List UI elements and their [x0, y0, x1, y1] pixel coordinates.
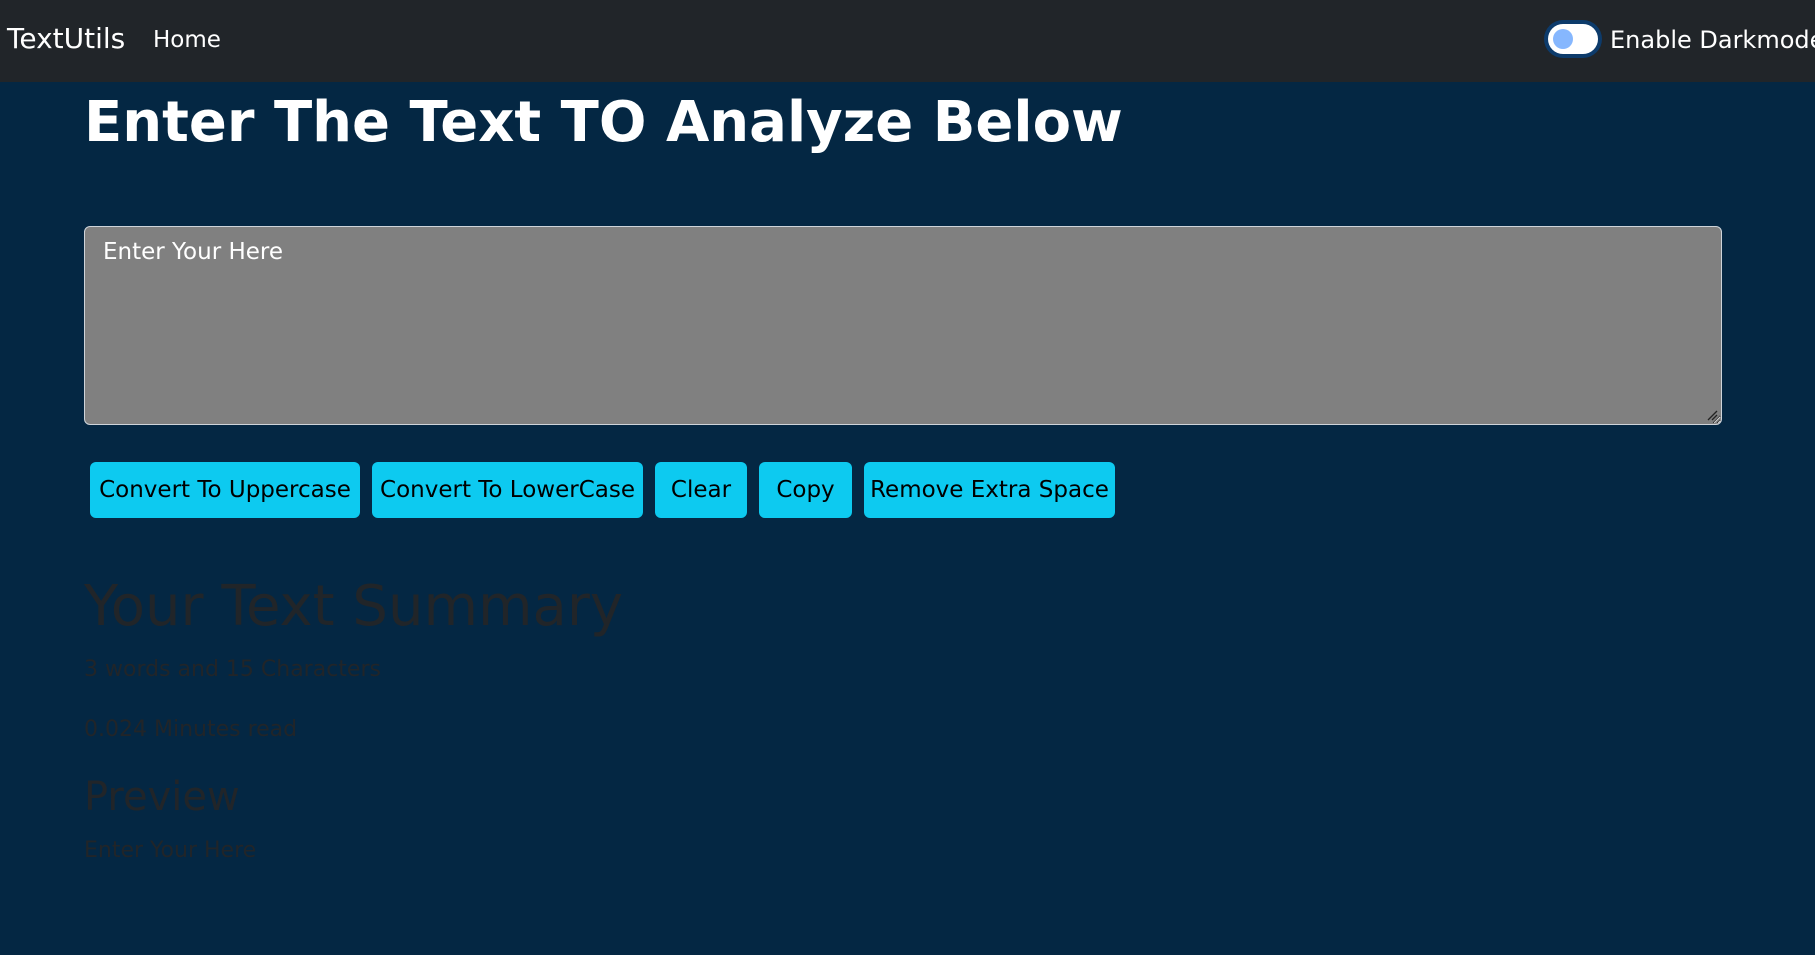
dark-mode-toggle[interactable]: [1548, 24, 1598, 54]
brand-logo[interactable]: TextUtils: [7, 22, 125, 55]
lowercase-button[interactable]: Convert To LowerCase: [372, 462, 643, 518]
toggle-knob: [1553, 29, 1573, 49]
preview-title: Preview: [84, 774, 240, 820]
read-time: 0.024 Minutes read: [84, 717, 298, 742]
dark-mode-label[interactable]: Enable Darkmode: [1610, 26, 1815, 54]
text-input[interactable]: [84, 226, 1722, 425]
copy-button[interactable]: Copy: [759, 462, 852, 518]
summary-title: Your Text Summary: [84, 574, 624, 639]
preview-text: Enter Your Here: [84, 838, 257, 863]
word-char-count: 3 words and 15 Characters: [84, 657, 381, 682]
clear-button[interactable]: Clear: [655, 462, 747, 518]
remove-extra-space-button[interactable]: Remove Extra Space: [864, 462, 1115, 518]
uppercase-button[interactable]: Convert To Uppercase: [90, 462, 360, 518]
navbar: TextUtils Home Enable Darkmode: [0, 0, 1815, 82]
nav-link-home[interactable]: Home: [153, 27, 221, 53]
page-title: Enter The Text TO Analyze Below: [84, 90, 1123, 155]
